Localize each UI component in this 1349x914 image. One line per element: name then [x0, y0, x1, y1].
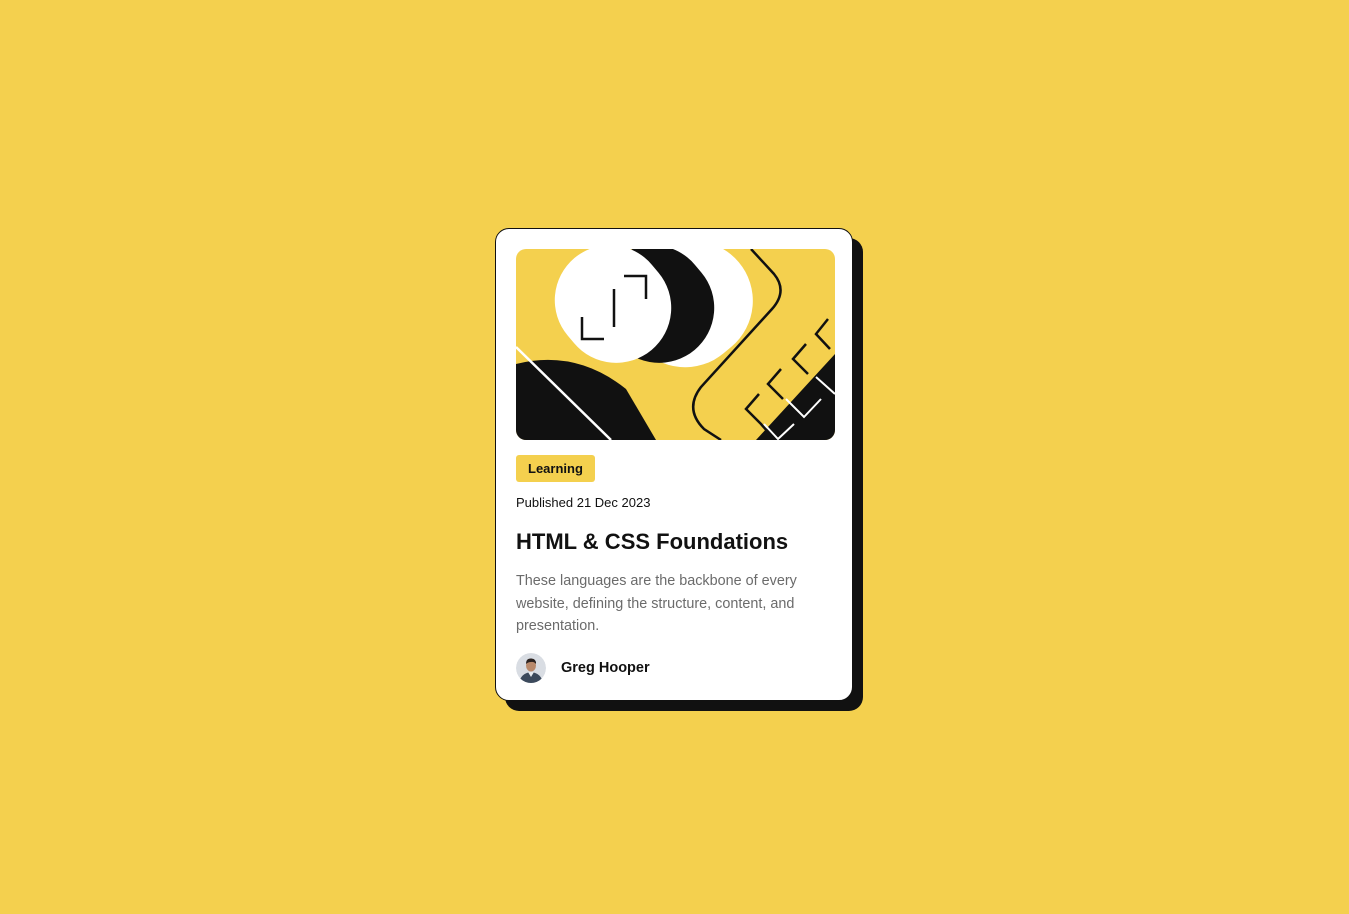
hero-illustration [516, 249, 835, 440]
avatar-photo-icon [516, 652, 546, 683]
card-description: These languages are the backbone of ever… [516, 573, 797, 634]
abstract-illustration-icon [516, 249, 835, 440]
card-title[interactable]: HTML & CSS Foundations [516, 529, 832, 555]
author-row: Greg Hooper [516, 652, 832, 683]
author-name[interactable]: Greg Hooper [561, 660, 650, 676]
published-date: Published 21 Dec 2023 [516, 495, 651, 510]
blog-preview-card: Learning Published 21 Dec 2023 HTML & CS… [495, 228, 853, 701]
category-tag[interactable]: Learning [516, 455, 595, 482]
avatar [516, 652, 546, 683]
